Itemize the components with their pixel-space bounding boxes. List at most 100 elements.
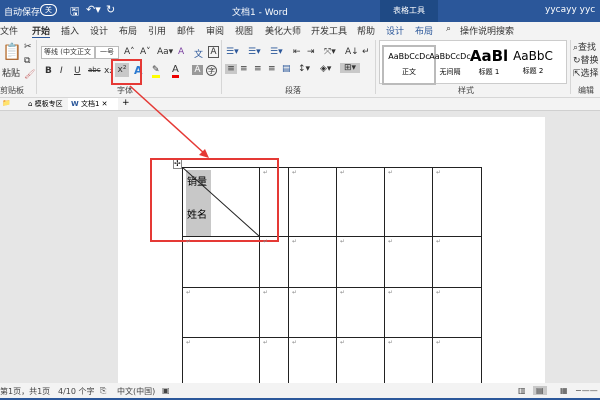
tab-file[interactable]: 文件 <box>0 24 18 37</box>
paragraph-group-label: 段落 <box>285 86 301 95</box>
paragraph-mark: ↵ <box>186 238 192 245</box>
tab-references[interactable]: 引用 <box>148 24 166 37</box>
language[interactable]: 中文(中国) <box>117 386 155 397</box>
font-color-icon[interactable]: A <box>172 64 179 78</box>
tab-developer[interactable]: 开发工具 <box>311 24 347 37</box>
macro-icon[interactable]: ▣ <box>162 386 170 395</box>
paragraph-mark: ↵ <box>292 289 298 296</box>
proofing-icon[interactable]: ⎘ <box>100 386 106 396</box>
tab-review[interactable]: 审阅 <box>206 24 224 37</box>
paragraph-mark: ↵ <box>436 169 442 176</box>
autosave-toggle[interactable]: 关 <box>40 4 57 16</box>
paragraph-mark: ↵ <box>292 339 298 346</box>
tab-mailings[interactable]: 邮件 <box>177 24 195 37</box>
underline-button[interactable]: U <box>74 66 81 76</box>
paste-button[interactable]: 粘贴 <box>2 66 20 79</box>
find-button[interactable]: ⌕查找 <box>573 40 596 53</box>
shading-icon[interactable]: ◈▾ <box>320 64 331 74</box>
cut-icon[interactable]: ✂ <box>24 42 32 52</box>
font-name-select[interactable]: 等线 (中文正文 <box>41 46 95 59</box>
multilevel-list-icon[interactable]: ☰▾ <box>270 47 283 57</box>
sort-icon[interactable]: A↓ <box>345 47 359 57</box>
tab-template[interactable]: ⌂ 模板专区 <box>28 99 63 109</box>
word-count[interactable]: 4/10 个字 <box>58 386 95 397</box>
show-marks-icon[interactable]: ↵ <box>362 47 370 57</box>
status-bar: 第1页，共1页 4/10 个字 ⎘ 中文(中国) ▣ ▥ ▤ ▦ −—— <box>0 383 600 400</box>
enclose-char-icon[interactable]: 字 <box>206 65 217 76</box>
paste-icon[interactable]: 📋 <box>2 42 22 61</box>
borders-icon[interactable]: ⊞▾ <box>340 63 360 73</box>
paragraph-mark: ↵ <box>263 238 269 245</box>
change-case-icon[interactable]: Aa▾ <box>157 47 173 57</box>
tab-home[interactable]: 开始 <box>32 24 51 39</box>
clear-format-icon[interactable]: A <box>178 47 184 57</box>
copy-icon[interactable]: ⧉ <box>24 56 30 66</box>
decrease-indent-icon[interactable]: ⇤ <box>293 47 301 57</box>
char-border-icon[interactable]: A <box>208 46 219 58</box>
paragraph-mark: ↵ <box>263 339 269 346</box>
align-center-icon[interactable]: ≡ <box>240 64 248 74</box>
ribbon: 📋 粘贴 ✂ ⧉ 🖌 剪贴板 等线 (中文正文 一号 A˄ A˅ Aa▾ A 文… <box>0 38 600 98</box>
distributed-icon[interactable]: ▤ <box>282 64 291 74</box>
phonetic-icon[interactable]: 文 <box>194 47 203 60</box>
char-shading-icon[interactable]: A <box>192 65 203 75</box>
tab-beautify[interactable]: 美化大师 <box>265 24 301 37</box>
paragraph-mark: ↵ <box>263 289 269 296</box>
numbering-icon[interactable]: ☰▾ <box>248 47 261 57</box>
strikethrough-button[interactable]: abc <box>88 66 101 74</box>
search-icon: ⌕ <box>446 24 452 34</box>
shrink-font-icon[interactable]: A˅ <box>140 47 151 57</box>
undo-icon[interactable]: ↶▾ <box>86 3 101 16</box>
tab-table-design[interactable]: 设计 <box>386 24 404 37</box>
increase-indent-icon[interactable]: ⇥ <box>307 47 315 57</box>
tab-insert[interactable]: 插入 <box>61 24 79 37</box>
justify-icon[interactable]: ≡ <box>268 64 276 74</box>
replace-button[interactable]: ↻替换 <box>573 53 599 66</box>
align-left-icon[interactable]: ≡ <box>225 64 237 74</box>
redo-icon[interactable]: ↻ <box>106 3 115 16</box>
paragraph-mark: ↵ <box>388 238 394 245</box>
tab-document[interactable]: W 文档1 ✕ <box>68 98 118 110</box>
paragraph-mark: ↵ <box>340 238 346 245</box>
window-title: 文档1 - Word <box>232 8 288 18</box>
tab-layout[interactable]: 布局 <box>119 24 137 37</box>
style-heading-1[interactable]: AaBl 标题 1 <box>468 45 510 85</box>
paragraph-mark: ↵ <box>186 339 192 346</box>
title-bar: 自动保存 关 🖫 ↶▾ ↻ 文档1 - Word yycayy yyc <box>0 0 600 22</box>
bold-button[interactable]: B <box>45 66 52 76</box>
tab-help[interactable]: 帮助 <box>357 24 375 37</box>
tell-me-search[interactable]: 操作说明搜索 <box>460 24 514 37</box>
zoom-slider[interactable]: −—— <box>575 386 598 395</box>
tab-table-layout[interactable]: 布局 <box>415 24 433 37</box>
print-layout-icon[interactable]: ▤ <box>533 386 547 395</box>
paragraph-mark: ↵ <box>186 289 192 296</box>
format-painter-icon[interactable]: 🖌 <box>24 70 35 80</box>
select-button[interactable]: ⇱选择 <box>573 66 599 79</box>
font-size-select[interactable]: 一号 <box>95 46 119 59</box>
paragraph-mark: ↵ <box>292 238 298 245</box>
save-icon[interactable]: 🖫 <box>70 3 79 22</box>
chinese-layout-icon[interactable]: ⤧▾ <box>324 47 336 57</box>
ribbon-tabs: 文件 开始 插入 设计 布局 引用 邮件 审阅 视图 美化大师 开发工具 帮助 … <box>0 22 600 39</box>
read-mode-icon[interactable]: ▥ <box>518 386 526 395</box>
style-heading-2[interactable]: AaBbC 标题 2 <box>510 45 556 85</box>
web-layout-icon[interactable]: ▦ <box>560 386 568 395</box>
user-name[interactable]: yycayy yyc <box>545 5 595 15</box>
paragraph-mark: ↵ <box>340 339 346 346</box>
paragraph-mark: ↵ <box>436 339 442 346</box>
folder-icon[interactable]: 📁 <box>2 99 11 107</box>
line-spacing-icon[interactable]: ↕▾ <box>298 64 310 74</box>
editing-group-label: 编辑 <box>578 86 594 95</box>
bullets-icon[interactable]: ☰▾ <box>226 47 239 57</box>
tab-design[interactable]: 设计 <box>90 24 108 37</box>
paragraph-mark: ↵ <box>263 169 269 176</box>
paragraph-mark: ↵ <box>436 289 442 296</box>
paragraph-mark: ↵ <box>388 339 394 346</box>
grow-font-icon[interactable]: A˄ <box>124 47 135 57</box>
highlight-icon[interactable]: ✎ <box>152 65 160 78</box>
align-right-icon[interactable]: ≡ <box>254 64 262 74</box>
new-tab-icon[interactable]: + <box>122 98 130 108</box>
tab-view[interactable]: 视图 <box>235 24 253 37</box>
page-count[interactable]: 第1页，共1页 <box>0 386 50 397</box>
italic-button[interactable]: I <box>60 66 63 76</box>
